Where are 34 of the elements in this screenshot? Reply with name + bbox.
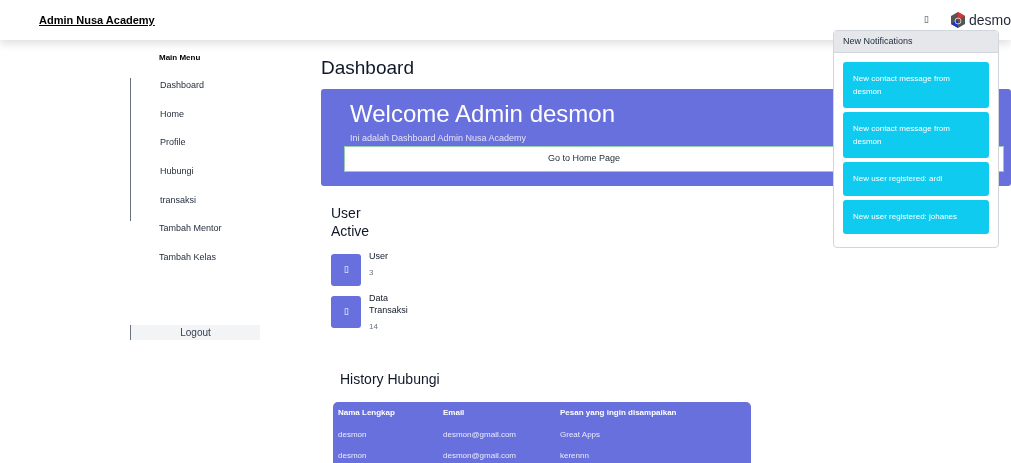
table-cell: desmon@gmail.com bbox=[443, 419, 560, 441]
column-header: Email bbox=[443, 405, 560, 420]
table-cell-text: kerennn bbox=[560, 449, 590, 462]
section-title: User Active bbox=[331, 203, 371, 240]
page-title: Dashboard bbox=[321, 56, 414, 80]
column-header: Pesan yang ingin disampaikan bbox=[560, 406, 678, 419]
stat-value: 14 bbox=[369, 320, 379, 333]
welcome-subtitle: Ini adalah Dashboard Admin Nusa Academy bbox=[350, 131, 527, 145]
column-header: Nama Lengkap bbox=[338, 405, 443, 420]
menu-item[interactable]: Profile bbox=[131, 135, 260, 165]
brand-link[interactable]: Admin Nusa Academy bbox=[39, 11, 155, 29]
table-cell-text: Great Apps bbox=[560, 428, 602, 441]
stat-icon: ▯ bbox=[331, 253, 361, 286]
menu-item[interactable]: Home bbox=[131, 106, 260, 136]
stat-label: User bbox=[369, 249, 389, 262]
table-cell: desmon bbox=[338, 440, 443, 462]
user-name[interactable]: desmo bbox=[968, 9, 1011, 31]
sidebar-heading: Main Menu bbox=[158, 52, 202, 64]
avatar-icon[interactable] bbox=[948, 11, 967, 29]
menu-item[interactable]: transaksi bbox=[131, 192, 260, 222]
welcome-title: Welcome Admin desmon bbox=[350, 98, 615, 129]
menu-item[interactable]: Hubungi bbox=[131, 164, 260, 193]
table-cell: desmon bbox=[338, 419, 443, 441]
menu-item[interactable]: Dashboard bbox=[131, 78, 260, 107]
stat-label: Data Transaksi bbox=[369, 291, 409, 316]
menu-item[interactable]: Tambah Kelas bbox=[130, 250, 260, 279]
table-cell: desmon@gmail.com bbox=[443, 440, 560, 462]
section-title: History Hubungi bbox=[340, 369, 440, 389]
notification-bell[interactable]: ▯ bbox=[923, 13, 929, 27]
stat-value: 3 bbox=[369, 266, 375, 279]
logout-button[interactable]: Logout bbox=[130, 325, 260, 340]
dropdown-title: New Notifications bbox=[843, 34, 913, 48]
stat-icon: ▯ bbox=[331, 295, 361, 328]
menu-item[interactable]: Tambah Mentor bbox=[130, 221, 260, 251]
